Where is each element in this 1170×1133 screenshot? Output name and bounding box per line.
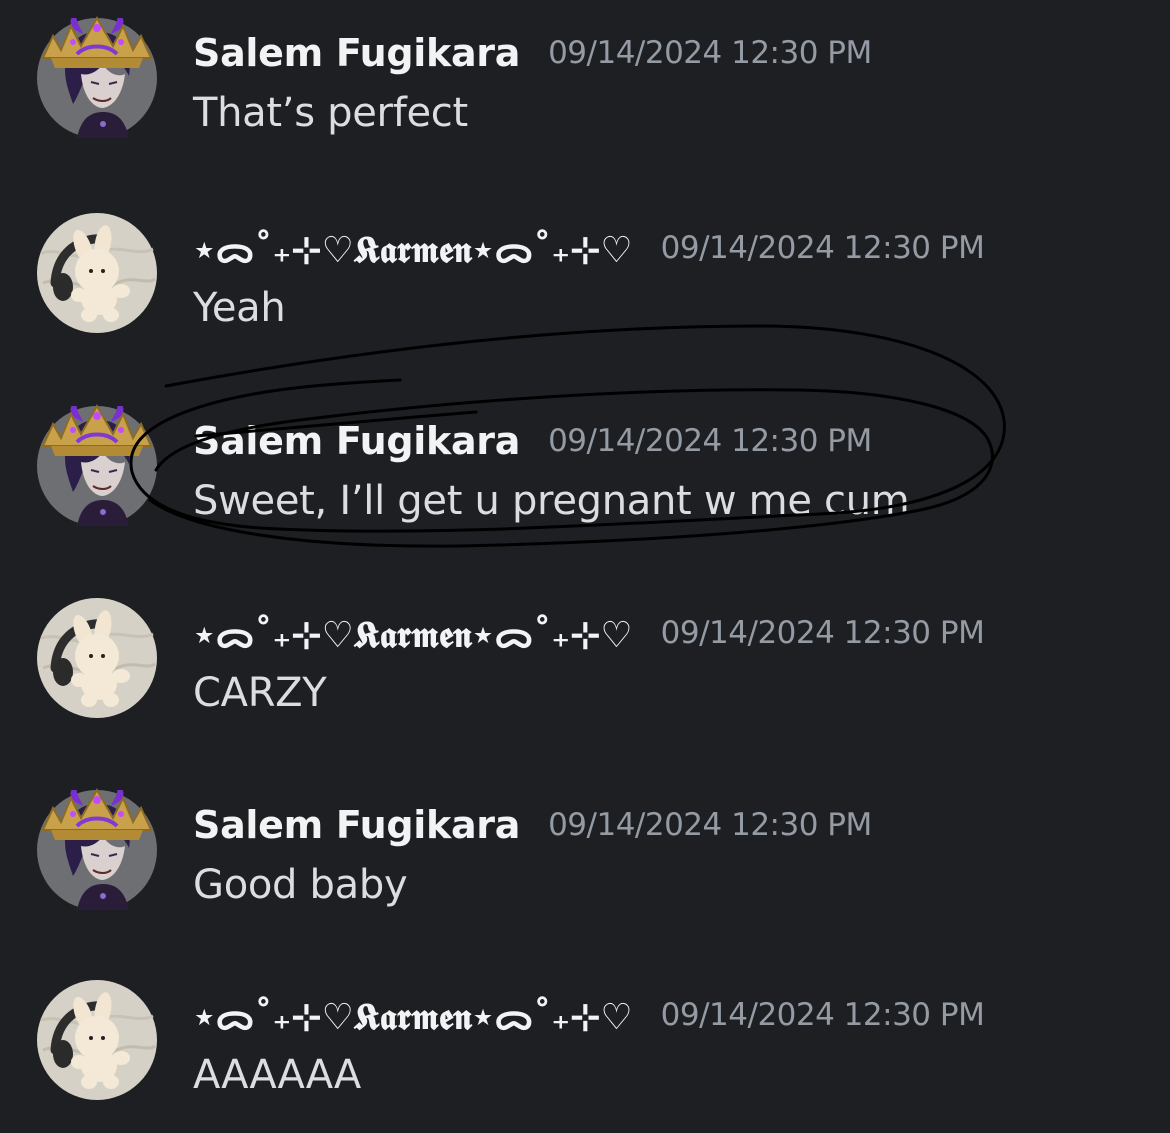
message-header: ⋆ᯅ˚₊⊹♡𝕶𝖆𝖗𝖒𝖊𝖓⋆ᯅ˚₊⊹♡ 09/14/2024 12:30 PM (193, 980, 985, 1050)
message-item[interactable]: ⋆ᯅ˚₊⊹♡𝕶𝖆𝖗𝖒𝖊𝖓⋆ᯅ˚₊⊹♡ 09/14/2024 12:30 PM A… (0, 962, 1170, 1132)
username[interactable]: Salem Fugikara (193, 419, 520, 463)
message-text: Sweet, I’ll get u pregnant w me cum (193, 478, 910, 524)
message-text: CARZY (193, 670, 327, 716)
message-header: Salem Fugikara 09/14/2024 12:30 PM (193, 18, 872, 88)
username[interactable]: Salem Fugikara (193, 31, 520, 75)
message-item[interactable]: Salem Fugikara 09/14/2024 12:30 PM Sweet… (0, 388, 1170, 558)
timestamp: 09/14/2024 12:30 PM (660, 230, 985, 266)
username[interactable]: ⋆ᯅ˚₊⊹♡𝕶𝖆𝖗𝖒𝖊𝖓⋆ᯅ˚₊⊹♡ (193, 991, 633, 1040)
crowned-character-avatar-icon[interactable] (37, 790, 157, 910)
message-header: Salem Fugikara 09/14/2024 12:30 PM (193, 406, 872, 476)
username[interactable]: ⋆ᯅ˚₊⊹♡𝕶𝖆𝖗𝖒𝖊𝖓⋆ᯅ˚₊⊹♡ (193, 609, 633, 658)
crowned-character-avatar-icon[interactable] (37, 406, 157, 526)
message-item[interactable]: Salem Fugikara 09/14/2024 12:30 PM Good … (0, 772, 1170, 942)
message-header: ⋆ᯅ˚₊⊹♡𝕶𝖆𝖗𝖒𝖊𝖓⋆ᯅ˚₊⊹♡ 09/14/2024 12:30 PM (193, 213, 985, 283)
message-header: ⋆ᯅ˚₊⊹♡𝕶𝖆𝖗𝖒𝖊𝖓⋆ᯅ˚₊⊹♡ 09/14/2024 12:30 PM (193, 598, 985, 668)
message-text: Yeah (193, 285, 286, 331)
username[interactable]: ⋆ᯅ˚₊⊹♡𝕶𝖆𝖗𝖒𝖊𝖓⋆ᯅ˚₊⊹♡ (193, 224, 633, 273)
username[interactable]: Salem Fugikara (193, 803, 520, 847)
message-text: Good baby (193, 862, 408, 908)
message-item[interactable]: ⋆ᯅ˚₊⊹♡𝕶𝖆𝖗𝖒𝖊𝖓⋆ᯅ˚₊⊹♡ 09/14/2024 12:30 PM Y… (0, 195, 1170, 365)
plush-bunny-avatar-icon[interactable] (37, 213, 157, 333)
timestamp: 09/14/2024 12:30 PM (548, 35, 872, 71)
message-text: AAAAAA (193, 1052, 361, 1098)
message-text: That’s perfect (193, 90, 468, 136)
timestamp: 09/14/2024 12:30 PM (660, 615, 985, 651)
plush-bunny-avatar-icon[interactable] (37, 980, 157, 1100)
message-header: Salem Fugikara 09/14/2024 12:30 PM (193, 790, 872, 860)
plush-bunny-avatar-icon[interactable] (37, 598, 157, 718)
timestamp: 09/14/2024 12:30 PM (660, 997, 985, 1033)
timestamp: 09/14/2024 12:30 PM (548, 807, 872, 843)
crowned-character-avatar-icon[interactable] (37, 18, 157, 138)
timestamp: 09/14/2024 12:30 PM (548, 423, 872, 459)
message-item[interactable]: Salem Fugikara 09/14/2024 12:30 PM That’… (0, 0, 1170, 170)
message-item[interactable]: ⋆ᯅ˚₊⊹♡𝕶𝖆𝖗𝖒𝖊𝖓⋆ᯅ˚₊⊹♡ 09/14/2024 12:30 PM C… (0, 580, 1170, 750)
message-list: Salem Fugikara 09/14/2024 12:30 PM That’… (0, 0, 1170, 1133)
